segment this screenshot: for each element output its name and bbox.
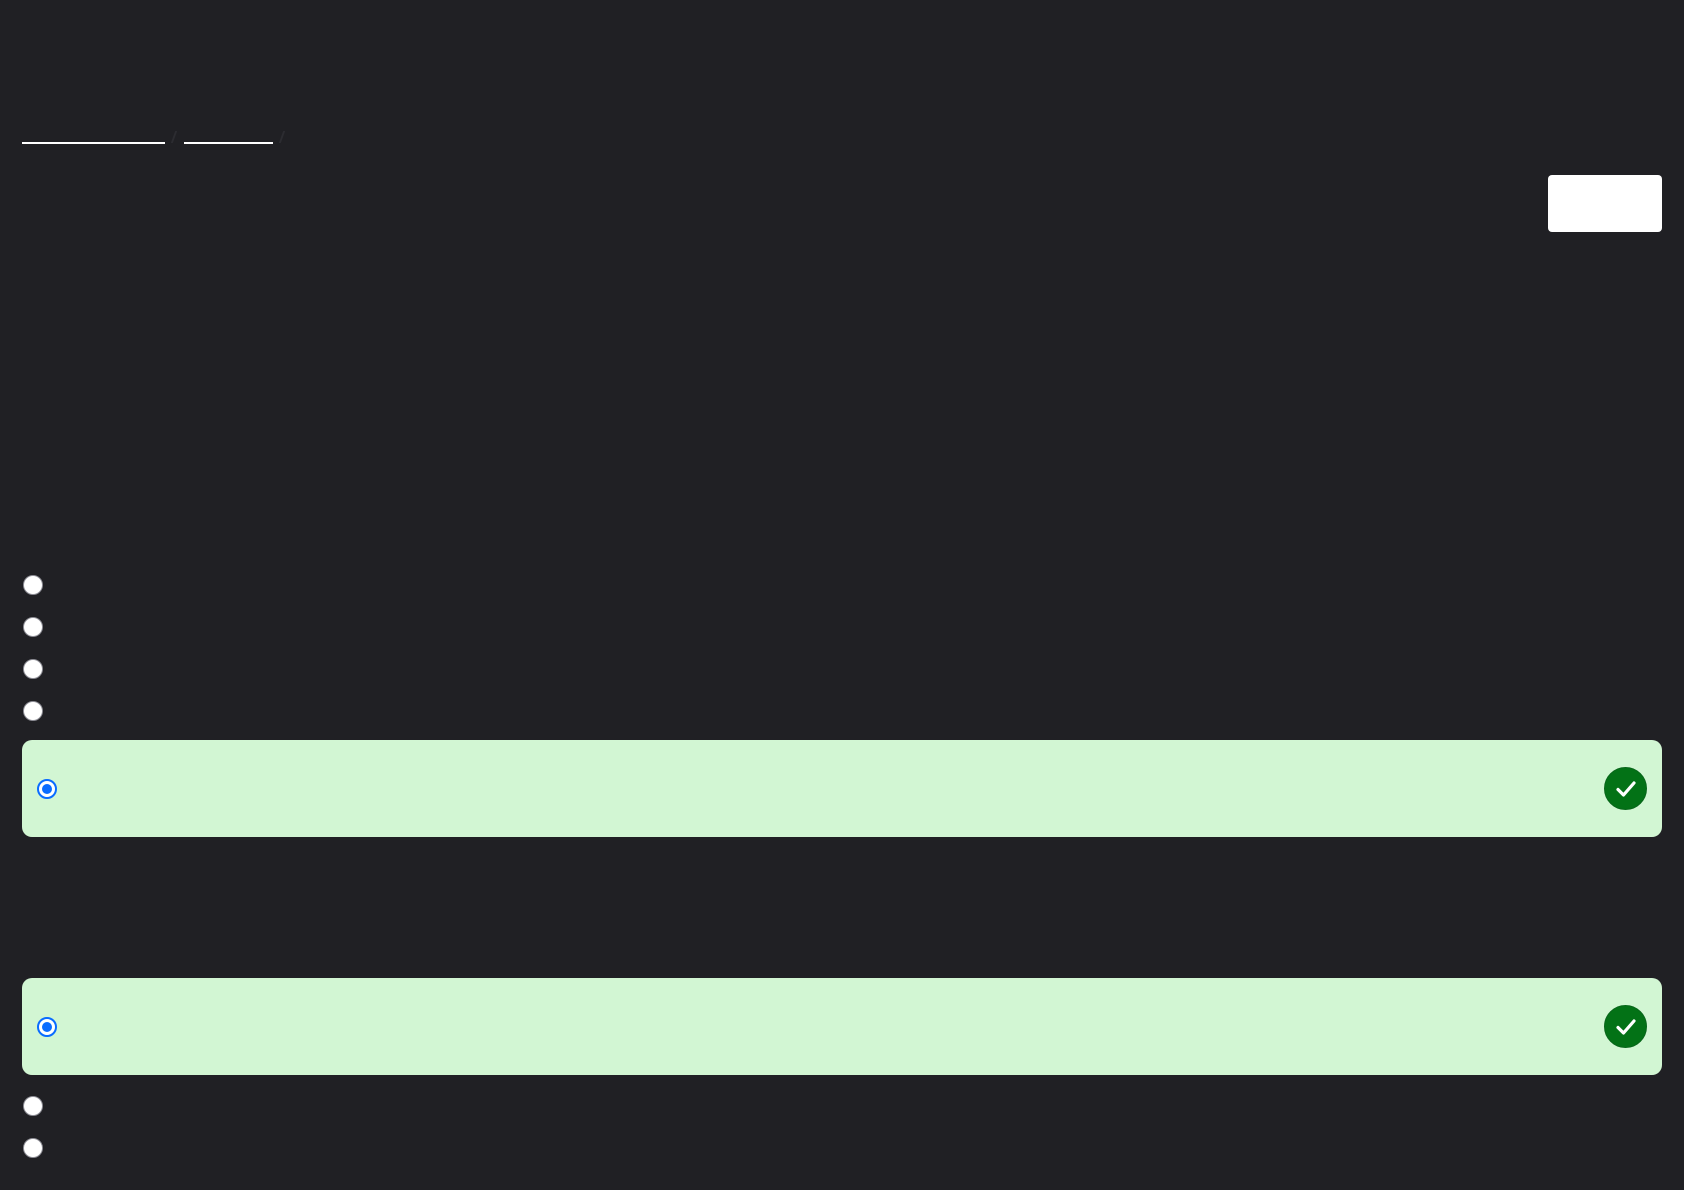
quiz-results-page bbox=[0, 0, 1684, 1190]
action-button[interactable] bbox=[1548, 175, 1662, 232]
radio-button[interactable] bbox=[23, 575, 43, 595]
answer-option[interactable] bbox=[22, 606, 1662, 648]
answer-option[interactable] bbox=[22, 690, 1662, 732]
breadcrumb bbox=[22, 118, 285, 144]
radio-button[interactable] bbox=[23, 1138, 43, 1158]
radio-button[interactable] bbox=[23, 701, 43, 721]
answer-option[interactable] bbox=[22, 1085, 1662, 1127]
radio-button-selected[interactable] bbox=[37, 1016, 57, 1037]
breadcrumb-link-2[interactable] bbox=[184, 120, 273, 144]
radio-button[interactable] bbox=[23, 659, 43, 679]
answer-option-correct[interactable] bbox=[22, 740, 1662, 837]
checkmark-icon bbox=[1615, 1018, 1636, 1035]
check-circle-icon bbox=[1604, 767, 1647, 810]
answer-option-correct[interactable] bbox=[22, 978, 1662, 1075]
breadcrumb-separator bbox=[165, 120, 184, 144]
answer-option[interactable] bbox=[22, 648, 1662, 690]
checkmark-icon bbox=[1615, 780, 1636, 797]
answer-option[interactable] bbox=[22, 1127, 1662, 1169]
answer-option[interactable] bbox=[22, 564, 1662, 606]
question-1-options bbox=[22, 564, 1662, 837]
radio-button[interactable] bbox=[23, 1096, 43, 1116]
check-circle-icon bbox=[1604, 1005, 1647, 1048]
breadcrumb-link-1[interactable] bbox=[22, 120, 165, 144]
question-2-options bbox=[22, 978, 1662, 1169]
breadcrumb-separator bbox=[273, 120, 285, 144]
radio-button-selected[interactable] bbox=[37, 778, 57, 799]
radio-button[interactable] bbox=[23, 617, 43, 637]
